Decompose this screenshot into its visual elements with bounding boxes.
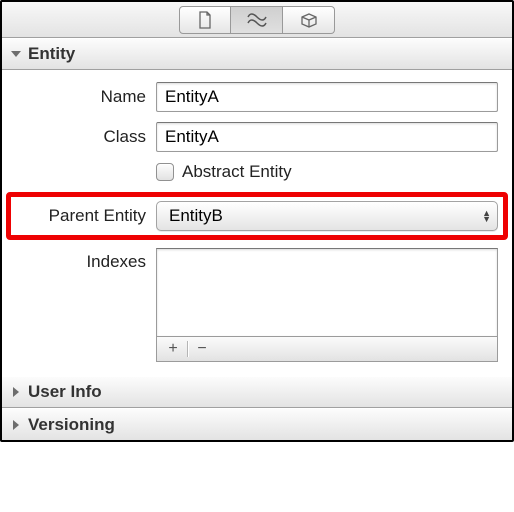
section-header-userinfo[interactable]: User Info — [2, 376, 512, 408]
section-title-userinfo: User Info — [28, 382, 102, 402]
add-index-button[interactable]: + — [161, 339, 185, 359]
row-parent-entity: Parent Entity EntityB ▲▼ — [6, 192, 508, 240]
section-title-entity: Entity — [28, 44, 75, 64]
tab-box-inspector[interactable] — [283, 6, 335, 34]
entity-section-body: Name Class Abstract Entity Parent Entity… — [2, 70, 512, 376]
tab-data-model-inspector[interactable] — [231, 6, 283, 34]
inspector-panel: Entity Name Class Abstract Entity Parent… — [0, 0, 514, 442]
disclosure-triangle-expanded-icon — [10, 48, 22, 60]
disclosure-triangle-collapsed-icon — [10, 419, 22, 431]
box-icon — [300, 12, 318, 28]
section-header-entity[interactable]: Entity — [2, 38, 512, 70]
remove-index-button[interactable]: − — [190, 339, 214, 359]
identity-icon — [247, 13, 267, 27]
label-abstract: Abstract Entity — [182, 162, 292, 182]
row-name: Name — [16, 82, 498, 112]
minus-icon: − — [197, 340, 206, 358]
indexes-box: + − — [156, 248, 498, 362]
abstract-entity-checkbox[interactable] — [156, 163, 174, 181]
label-indexes: Indexes — [16, 248, 156, 272]
section-header-versioning[interactable]: Versioning — [2, 408, 512, 440]
inspector-toolbar — [2, 2, 512, 38]
parent-entity-value: EntityB — [169, 206, 223, 226]
document-icon — [198, 11, 212, 29]
section-title-versioning: Versioning — [28, 415, 115, 435]
chevron-up-down-icon: ▲▼ — [482, 210, 491, 222]
indexes-list[interactable] — [156, 248, 498, 336]
row-indexes: Indexes + − — [16, 248, 498, 362]
label-parent-entity: Parent Entity — [16, 206, 156, 226]
row-abstract: Abstract Entity — [156, 162, 498, 182]
footer-separator — [187, 341, 188, 357]
indexes-footer: + − — [156, 336, 498, 362]
plus-icon: + — [168, 340, 177, 358]
label-class: Class — [16, 127, 156, 147]
label-name: Name — [16, 87, 156, 107]
disclosure-triangle-collapsed-icon — [10, 386, 22, 398]
class-field[interactable] — [156, 122, 498, 152]
row-class: Class — [16, 122, 498, 152]
name-field[interactable] — [156, 82, 498, 112]
tab-file-inspector[interactable] — [179, 6, 231, 34]
parent-entity-popup[interactable]: EntityB ▲▼ — [156, 201, 498, 231]
